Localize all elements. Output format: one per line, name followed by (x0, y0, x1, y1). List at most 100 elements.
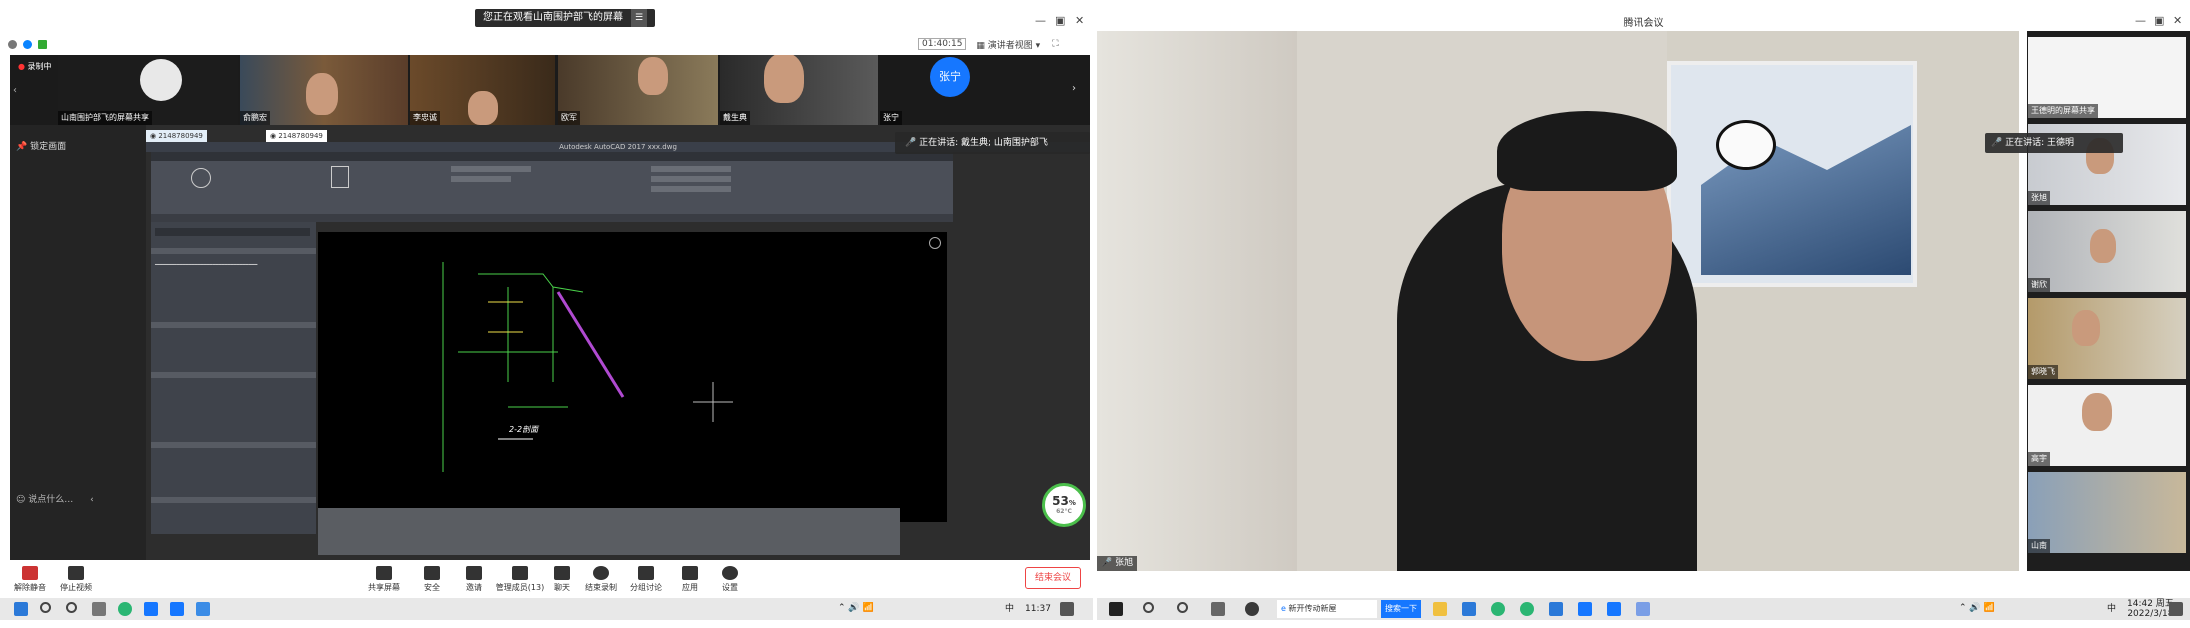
record-icon (593, 566, 609, 580)
tray-icons[interactable]: ⌃ 🔊 📶 (838, 603, 874, 613)
clock[interactable]: 11:37 (1025, 604, 1051, 614)
video-tile[interactable]: 俞鹏宏 (240, 55, 408, 125)
viewcube-icon[interactable] (929, 237, 941, 249)
edge-icon[interactable] (118, 602, 132, 616)
store-icon[interactable] (1462, 602, 1476, 616)
meeting-timer: 01:40:15 (918, 38, 967, 50)
screen-share-notice: 您正在观看山南围护部飞的屏幕 ☰ (475, 9, 656, 27)
participant-face (764, 55, 804, 103)
command-line[interactable] (318, 508, 900, 555)
mail-icon[interactable] (1549, 602, 1563, 616)
cad-drawing-canvas[interactable]: 2-2剖面 (318, 232, 947, 522)
stop-video-button[interactable]: 停止视频 (56, 562, 96, 593)
wall-painting (1667, 61, 1917, 287)
ime-indicator[interactable]: 中 (2107, 604, 2116, 614)
end-meeting-button[interactable]: 结束会议 (1025, 567, 1081, 589)
ie-icon: e (1281, 604, 1286, 613)
search-icon[interactable] (1143, 602, 1154, 613)
windows-start-icon[interactable] (14, 602, 28, 616)
tray-icons[interactable]: ⌃ 🔊 📶 (1959, 603, 1995, 613)
video-tile[interactable]: 山南围护部飞的屏幕共享 (58, 55, 238, 125)
video-thumb[interactable]: 谢欣 (2028, 211, 2186, 292)
clock[interactable]: 14:42 周五 2022/3/18 (2127, 599, 2174, 619)
invite-button[interactable]: 邀请 (454, 562, 494, 593)
thumb-label: 谢欣 (2028, 278, 2050, 292)
close-icon[interactable]: ✕ (1075, 14, 1084, 27)
task-view-icon[interactable] (92, 602, 106, 616)
recording-indicator: ● 录制中 (18, 62, 52, 71)
minimize-icon[interactable]: — (2135, 14, 2146, 27)
participant-column: 王德明的屏幕共享 张旭 谢欣 郭晓飞 高宇 山南 (2027, 31, 2190, 571)
thumb-label: 张旭 (2028, 191, 2050, 205)
end-recording-button[interactable]: 结束录制 (581, 562, 621, 593)
video-tile[interactable]: 欧军 (558, 55, 718, 125)
windows-start-icon[interactable] (1109, 602, 1123, 616)
task-view-icon[interactable] (1211, 602, 1225, 616)
notification-icon[interactable] (1060, 602, 1074, 616)
cortana-icon[interactable] (1177, 602, 1188, 613)
tile-label: 戴生典 (720, 111, 750, 125)
video-tile[interactable]: 戴生典 (720, 55, 878, 125)
video-tile[interactable]: 张宁 张宁 (880, 55, 1040, 125)
app-icon[interactable] (1245, 602, 1259, 616)
participant-face (468, 91, 498, 125)
browser-tab[interactable]: ◉ 2148780949 (146, 130, 207, 142)
speaking-indicator: 🎤 正在讲话: 王德明 (1985, 133, 2123, 153)
video-thumb[interactable]: 王德明的屏幕共享 (2028, 37, 2186, 118)
breakout-button[interactable]: 分组讨论 (626, 562, 666, 593)
restore-icon[interactable]: ▣ (2154, 14, 2164, 27)
settings-button[interactable]: 设置 (710, 562, 750, 593)
fullscreen-icon[interactable]: ⛶ (1052, 39, 1058, 49)
security-button[interactable]: 安全 (412, 562, 452, 593)
folder-icon[interactable] (1433, 602, 1447, 616)
scroll-left-icon[interactable]: ‹ (13, 85, 17, 96)
browser-icon[interactable] (144, 602, 158, 616)
browser-icon[interactable] (1520, 602, 1534, 616)
view-mode-dropdown[interactable]: ▦ 演讲者视图 ▾ (976, 38, 1040, 51)
info-icon[interactable] (8, 39, 17, 49)
share-screen-button[interactable]: 共享屏幕 (364, 562, 404, 593)
main-video[interactable]: 🎤 张旭 (1097, 31, 2019, 571)
video-tile[interactable]: 李忠诚 (410, 55, 555, 125)
minimize-icon[interactable]: — (1035, 14, 1046, 27)
taskbar: ⌃ 🔊 📶 中 11:37 (0, 598, 1093, 620)
search-icon[interactable] (40, 602, 51, 613)
performance-gauge: 53% 62°C (1042, 483, 1086, 527)
participant-face (2072, 310, 2100, 346)
restore-icon[interactable]: ▣ (1055, 14, 1065, 27)
close-icon[interactable]: ✕ (2173, 14, 2182, 27)
tencent-meeting-icon[interactable] (1607, 602, 1621, 616)
ime-indicator[interactable]: 中 (1005, 604, 1014, 614)
browser-tab[interactable]: ◉ 2148780949 (266, 130, 327, 142)
collapse-icon[interactable]: ‹ (90, 495, 94, 505)
notice-menu-button[interactable]: ☰ (631, 9, 648, 27)
video-thumb[interactable]: 山南 (2028, 472, 2186, 553)
edge-icon[interactable] (1491, 602, 1505, 616)
pin-view-label: 锁定画面 (30, 142, 67, 152)
chat-button[interactable]: 聊天 (542, 562, 582, 593)
shield-icon[interactable] (23, 39, 32, 49)
browser-icon[interactable] (1636, 602, 1650, 616)
apps-button[interactable]: 应用 (670, 562, 710, 593)
manage-members-button[interactable]: 管理成员(13) (494, 562, 546, 593)
app-icon[interactable] (1578, 602, 1592, 616)
pin-view-button[interactable]: 📌 锁定画面 (16, 139, 66, 152)
right-screen: 腾讯会议 — ▣ ✕ 🎤 张旭 王德明的屏幕共享 张旭 谢欣 郭晓飞 高宇 山南… (1097, 0, 2190, 628)
tile-label: 张宁 (880, 111, 902, 125)
video-thumb[interactable]: 高宇 (2028, 385, 2186, 466)
signal-icon[interactable] (38, 39, 47, 49)
scroll-right-icon[interactable]: › (1072, 83, 1076, 94)
tencent-meeting-icon[interactable] (170, 602, 184, 616)
notification-icon[interactable] (2169, 602, 2183, 616)
properties-panel[interactable]: ━━━━━━━━━━━━━━━━━━━━━━━━━━━━━━━━━━ (151, 222, 316, 534)
shield-icon (424, 566, 440, 580)
shared-screen: ◉ 2148780949 ◉ 2148780949 Autodesk AutoC… (146, 125, 1090, 560)
video-thumb[interactable]: 郭晓飞 (2028, 298, 2186, 379)
autocad-ribbon[interactable] (151, 152, 953, 222)
search-button[interactable]: 搜索一下 (1381, 600, 1421, 618)
cortana-icon[interactable] (66, 602, 77, 613)
chat-input[interactable]: ☺ 说点什么… ‹ (16, 492, 94, 505)
tencent-meeting-icon[interactable] (196, 602, 210, 616)
search-input[interactable]: e 新开传动新屋 (1277, 600, 1377, 618)
mute-button[interactable]: 解除静音 (10, 562, 50, 593)
